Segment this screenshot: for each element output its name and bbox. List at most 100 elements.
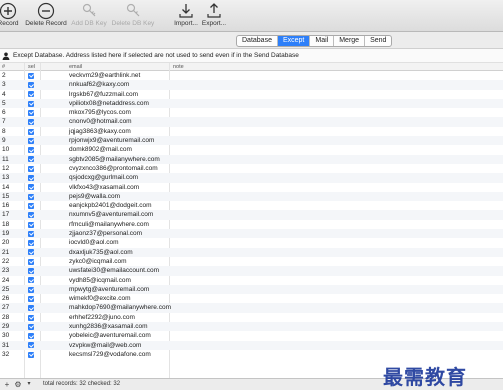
watermark-text: 最需教育 (383, 365, 467, 389)
row-number: 12 (2, 164, 10, 172)
tab-database[interactable]: Database (237, 36, 278, 46)
row-checkbox[interactable] (28, 184, 34, 191)
table-row[interactable]: 27 mahkdop7690@mailanywhere.com (0, 303, 503, 313)
table-row[interactable]: 24 vydh85@icqmail.com (0, 276, 503, 285)
table-row[interactable]: 7 cnonv0@hotmail.com (0, 117, 503, 127)
table-row[interactable]: 5 vpiliotx08@netaddress.com (0, 98, 503, 109)
row-checkbox[interactable] (28, 305, 34, 312)
row-checkbox[interactable] (28, 82, 34, 89)
row-email: vlkfxo43@xasamail.com (69, 183, 140, 191)
table-row[interactable]: 14 vlkfxo43@xasamail.com (0, 183, 503, 192)
row-checkbox[interactable] (28, 175, 34, 182)
gear-icon[interactable]: ⚙ (13, 380, 23, 389)
table-row[interactable]: 22 zykc0@icqmail.com (0, 257, 503, 266)
table-row[interactable]: 21 dxaxljuk735@aol.com (0, 247, 503, 257)
row-checkbox[interactable] (28, 295, 34, 302)
row-checkbox[interactable] (28, 249, 34, 256)
row-checkbox[interactable] (28, 240, 34, 247)
row-checkbox[interactable] (28, 119, 34, 126)
tab-merge[interactable]: Merge (334, 36, 366, 46)
row-email: erhhef2292@juno.com (69, 313, 135, 321)
delete-record-button[interactable]: Delete Record (23, 0, 69, 32)
row-checkbox[interactable] (28, 342, 34, 349)
table-row[interactable]: 6 mkox795@lycos.com (0, 108, 503, 117)
row-checkbox[interactable] (28, 202, 34, 209)
add-record-button[interactable]: Record (0, 0, 20, 32)
table-row[interactable]: 17 nxumnv5@aventuremail.com (0, 210, 503, 220)
chevron-down-icon[interactable]: ▾ (24, 380, 34, 389)
row-checkbox[interactable] (28, 193, 34, 200)
add-db-key-label: Add DB Key (71, 20, 107, 27)
row-number: 15 (2, 192, 10, 200)
row-checkbox[interactable] (28, 91, 34, 98)
table-row[interactable]: 11 sgbtv2085@mailanywhere.com (0, 154, 503, 164)
column-header-note[interactable]: note (173, 63, 184, 71)
row-number: 19 (2, 230, 10, 238)
export-label: Export... (201, 20, 227, 27)
table-row[interactable]: 9 rpjonwjx9@aventuremail.com (0, 136, 503, 146)
table-row[interactable]: 16 eanjckpb2401@dodgeit.com (0, 201, 503, 210)
table-row[interactable]: 31 vzvpkw@mail@web.com (0, 340, 503, 350)
table-row[interactable]: 13 qsjodcxg@gurlmail.com (0, 173, 503, 183)
table-row[interactable]: 2 veckvm29@earthlink.net (0, 71, 503, 80)
row-checkbox[interactable] (28, 147, 34, 154)
row-checkbox[interactable] (28, 156, 34, 163)
table-row[interactable]: 30 yobeleic@aventuremail.com (0, 331, 503, 340)
table-row[interactable]: 28 erhhef2292@juno.com (0, 313, 503, 322)
row-checkbox[interactable] (28, 128, 34, 135)
delete-db-key-button[interactable]: Delete DB Key (110, 0, 156, 32)
row-checkbox[interactable] (28, 333, 34, 340)
row-email: qsjodcxg@gurlmail.com (69, 174, 139, 182)
table-row[interactable]: 4 lrgskb67@fuzzmail.com (0, 90, 503, 99)
table-row[interactable]: 26 wimekf0@excite.com (0, 294, 503, 303)
table-row[interactable]: 29 xunhg2836@xasamail.com (0, 322, 503, 332)
row-email: mahkdop7690@mailanywhere.com (69, 304, 171, 312)
delete-db-key-label: Delete DB Key (111, 20, 155, 27)
row-checkbox[interactable] (28, 230, 34, 237)
table-row[interactable]: 3 nnkuaf62@kaxy.com (0, 80, 503, 90)
table-row[interactable]: 18 rfmculi@mailanywhere.com (0, 220, 503, 229)
row-checkbox[interactable] (28, 109, 34, 116)
row-email: vzvpkw@mail@web.com (69, 341, 142, 349)
row-checkbox[interactable] (28, 100, 34, 107)
column-header-email[interactable]: email (69, 63, 82, 71)
add-icon[interactable]: + (2, 380, 12, 389)
tab-except[interactable]: Except (277, 36, 311, 46)
column-header-number[interactable]: # (2, 63, 5, 71)
row-number: 10 (2, 146, 10, 154)
table-row[interactable]: 23 uwsfatei30@emailaccount.com (0, 266, 503, 276)
table-row[interactable]: 15 pejs9@walla.com (0, 191, 503, 202)
row-checkbox[interactable] (28, 314, 34, 321)
tab-send[interactable]: Send (365, 36, 391, 46)
row-checkbox[interactable] (28, 72, 34, 79)
row-checkbox[interactable] (28, 221, 34, 228)
row-checkbox[interactable] (28, 351, 34, 358)
row-checkbox[interactable] (28, 277, 34, 284)
table-row[interactable]: 10 domk8902@mail.com (0, 145, 503, 154)
row-checkbox[interactable] (28, 268, 34, 275)
table-row[interactable]: 20 iocvld0@aol.com (0, 238, 503, 247)
row-checkbox[interactable] (28, 323, 34, 330)
table-row[interactable]: 25 mpwytg@aventuremail.com (0, 284, 503, 295)
table-row[interactable]: 8 jqjag3863@kaxy.com (0, 127, 503, 136)
import-button[interactable]: Import... (172, 0, 200, 32)
column-header-selected[interactable]: sel (28, 63, 35, 71)
row-checkbox[interactable] (28, 212, 34, 219)
table-row[interactable]: 32 kecsmsl729@vodafone.com (0, 350, 503, 359)
add-db-key-button[interactable]: Add DB Key (68, 0, 110, 32)
row-checkbox[interactable] (28, 258, 34, 265)
export-button[interactable]: Export... (200, 0, 228, 32)
row-email: vpiliotx08@netaddress.com (69, 99, 149, 107)
row-email: dxaxljuk735@aol.com (69, 248, 133, 256)
row-checkbox[interactable] (28, 137, 34, 144)
table-row[interactable]: 12 cvyzxnco386@prontomail.com (0, 164, 503, 173)
import-icon (179, 4, 193, 18)
row-checkbox[interactable] (28, 165, 34, 172)
row-email: iocvld0@aol.com (69, 239, 119, 247)
row-number: 3 (2, 81, 6, 89)
add-record-label: Record (0, 20, 19, 27)
tab-mail[interactable]: Mail (310, 36, 335, 46)
row-number: 32 (2, 350, 10, 358)
row-checkbox[interactable] (28, 286, 34, 293)
table-row[interactable]: 19 zjjaonz37@personal.com (0, 229, 503, 239)
